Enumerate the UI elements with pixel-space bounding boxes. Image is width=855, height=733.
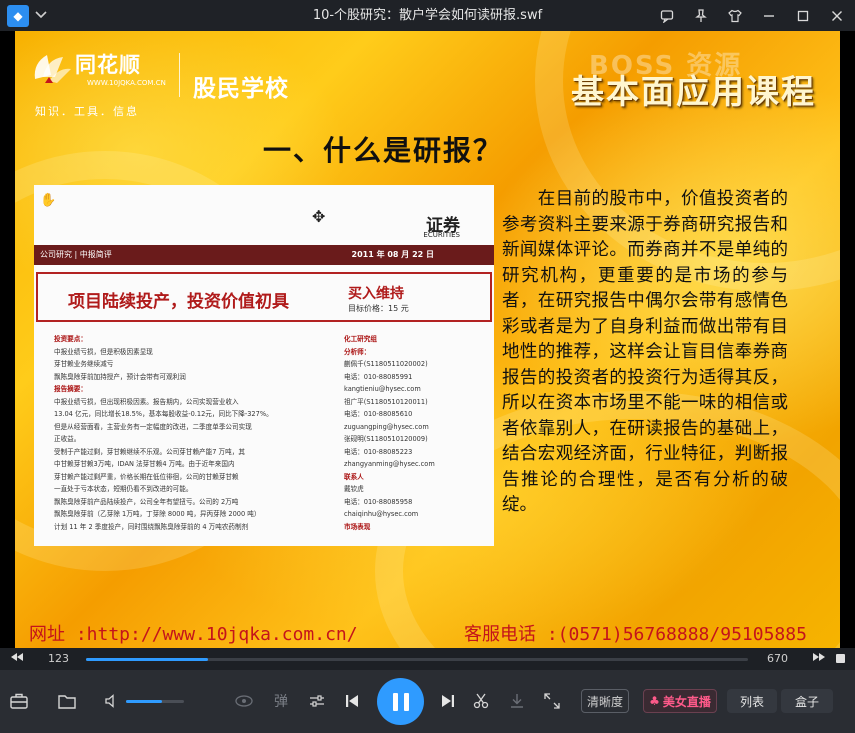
- report-line: kangtieniu@hysec.com: [344, 385, 421, 393]
- box-button[interactable]: 盒子: [781, 689, 833, 713]
- report-line: 飘陈臭除芽前加持授产，预计会带有可观利润: [54, 372, 186, 381]
- report-right-column: 化工研究组分析师： 蒯佩千(S1180511020002) 电话：010-88085…: [344, 333, 484, 533]
- school-name: 股民学校: [193, 76, 289, 102]
- report-line: 分析师：: [344, 347, 371, 356]
- report-line: 一直处于亏本状态，短期仍看不到改进的可能。: [54, 485, 193, 493]
- video-area[interactable]: 同花顺 WWW.10JQKA.COM.CN 知识．工具．信息 股民学校 BOSS…: [0, 31, 855, 648]
- report-line: 电话：010-88085991: [344, 372, 413, 381]
- toolbox-icon[interactable]: [8, 690, 30, 712]
- report-line: 投资要点：: [54, 335, 87, 343]
- report-broker-en: ECURITIES: [423, 231, 460, 239]
- playlist-button[interactable]: 列表: [727, 689, 777, 713]
- report-line: 中报业绩亏损，但出现积极因素。报告期内，公司实现营业收入: [54, 397, 239, 406]
- report-line: 中甘赖芽甘赖3万吨，IDAN 法芽甘赖4 万吨。由于近年来国内: [54, 460, 235, 468]
- hand-cursor-icon: ✋: [40, 193, 57, 208]
- pause-icon: [392, 692, 398, 711]
- report-left-column: 投资要点： 中报业绩亏损，但是积极因素显现 芽甘赖业务继续减亏飘陈臭除芽前加持授产，…: [54, 333, 336, 533]
- fast-forward-icon[interactable]: [812, 652, 826, 665]
- live-icon: ♣: [649, 694, 660, 708]
- pause-button[interactable]: [377, 678, 424, 725]
- quality-button[interactable]: 清晰度: [581, 689, 629, 713]
- report-line: 联系人: [344, 472, 364, 481]
- maximize-icon[interactable]: [791, 4, 815, 28]
- report-line: 受制于产能过剩，芽甘赖继续不乐观。公司芽甘赖产能7 万吨，其: [54, 447, 245, 456]
- report-line: 电话：010-88085610: [344, 410, 413, 418]
- report-line: 蒯佩千(S1180511020002): [344, 360, 428, 368]
- pin-icon[interactable]: [689, 4, 713, 28]
- report-line: 化工研究组: [344, 335, 377, 343]
- pause-icon: [403, 692, 409, 711]
- slide-heading: 一、什么是研报？: [263, 134, 504, 167]
- brand-name: 同花顺: [75, 53, 141, 77]
- stop-icon[interactable]: [836, 654, 845, 663]
- report-line: 正收益。: [54, 435, 81, 443]
- next-icon[interactable]: [437, 690, 459, 712]
- feedback-icon[interactable]: [655, 4, 679, 28]
- volume-icon[interactable]: [102, 690, 124, 712]
- report-line: 计划 11 年 2 季度投产，同时围绕飘陈臭除芽前的 4 万吨农药制剂: [54, 522, 249, 531]
- volume-level: [126, 700, 162, 703]
- brand-logo: 同花顺 WWW.10JQKA.COM.CN 知识．工具．信息 股民学校: [29, 45, 309, 118]
- brand-url: WWW.10JQKA.COM.CN: [87, 79, 166, 87]
- seek-bar[interactable]: [86, 658, 748, 661]
- seek-progress: [86, 658, 208, 661]
- brand-divider: [179, 53, 180, 97]
- service-hotline: 客服电话 :(0571)56768888/95105885: [464, 624, 807, 645]
- current-frame: 123: [48, 652, 69, 665]
- course-title: 基本面应用课程: [571, 72, 816, 111]
- report-headline: 项目陆续投产，投资价值初具: [68, 292, 289, 312]
- fullscreen-icon[interactable]: [541, 690, 563, 712]
- report-rating: 买入维持: [348, 286, 404, 302]
- slide: 同花顺 WWW.10JQKA.COM.CN 知识．工具．信息 股民学校 BOSS…: [15, 31, 840, 648]
- download-icon[interactable]: [506, 690, 528, 712]
- report-line: 电话：010-88085223: [344, 447, 413, 456]
- settings-sliders-icon[interactable]: [306, 690, 328, 712]
- timeline-bar: 123 670: [0, 648, 855, 670]
- live-label: 美女直播: [662, 694, 711, 709]
- report-line: 飘陈臭除芽前产品陆续投产，公司全年有望扭亏。公司的 2万吨: [54, 497, 239, 506]
- card-fan-icon: [34, 55, 71, 83]
- report-line: 但是从经营面看，主营业务有一定幅度的改进，二季度单季公司实现: [54, 422, 252, 431]
- total-frames: 670: [767, 652, 788, 665]
- live-stream-button[interactable]: ♣ 美女直播: [643, 689, 717, 713]
- window-controls: [655, 0, 849, 31]
- report-line: zuguangping@hysec.com: [344, 422, 429, 431]
- open-folder-icon[interactable]: [56, 690, 78, 712]
- report-target: 目标价格：15 元: [348, 304, 409, 313]
- report-date: 2011 年 08 月 22 日: [351, 250, 434, 259]
- previous-icon[interactable]: [341, 690, 363, 712]
- report-line: 13.04 亿元，同比增长18.5%，基本每股收益-0.12元，同比下降-327…: [54, 410, 273, 418]
- brand-tagline: 知识．工具．信息: [35, 105, 139, 118]
- report-line: zhangyanming@hysec.com: [344, 460, 435, 468]
- eye-icon[interactable]: [233, 690, 255, 712]
- report-line: 电话：010-88085958: [344, 497, 413, 506]
- slide-body-text: 在目前的股市中，价值投资者的参考资料主要来源于券商研究报告和新闻媒体评论。而券商…: [502, 189, 788, 515]
- app-logo-icon[interactable]: ◆: [7, 4, 29, 27]
- report-category: 公司研究 | 中报简评: [40, 250, 112, 259]
- volume-slider[interactable]: [126, 700, 184, 703]
- skin-icon[interactable]: [723, 4, 747, 28]
- website-url: 网址 :http://www.10jqka.com.cn/: [29, 624, 358, 645]
- report-line: 市场表现: [344, 522, 371, 531]
- close-icon[interactable]: [825, 4, 849, 28]
- report-line: chaiqinhu@hysec.com: [344, 510, 419, 518]
- report-line: 祖广平(S1180510120011): [344, 397, 428, 406]
- report-line: 中报业绩亏损，但是积极因素显现: [54, 347, 153, 356]
- report-line: 芽甘赖业务继续减亏: [54, 360, 114, 368]
- rewind-icon[interactable]: [10, 652, 24, 665]
- report-image: ✋ ✥ 证券 ECURITIES 公司研究 | 中报简评 2011 年 08 月…: [34, 185, 494, 546]
- title-bar: ◆ 10-个股研究：散户学会如何读研报.swf: [0, 0, 855, 31]
- report-line: 飘陈臭除芽前（乙芽除 1万吨，丁芽除 8000 吨，异丙芽除 2000 吨）: [54, 510, 261, 518]
- move-cursor-icon: ✥: [312, 207, 326, 226]
- chevron-down-icon[interactable]: [35, 9, 47, 22]
- report-line: 张砚明(S1180510120009): [344, 435, 428, 443]
- control-bar: 弹 清晰度 ♣ 美女直播 列表 盒子: [0, 670, 855, 733]
- report-line: 芽甘赖产能过剩严重，价格长期在低位徘徊，公司的甘赖芽甘赖: [54, 472, 239, 481]
- report-line: 戴钦虎: [344, 485, 364, 493]
- report-line: 报告摘要：: [54, 385, 87, 393]
- danmaku-button[interactable]: 弹: [270, 690, 292, 712]
- minimize-icon[interactable]: [757, 4, 781, 28]
- scissors-icon[interactable]: [470, 690, 492, 712]
